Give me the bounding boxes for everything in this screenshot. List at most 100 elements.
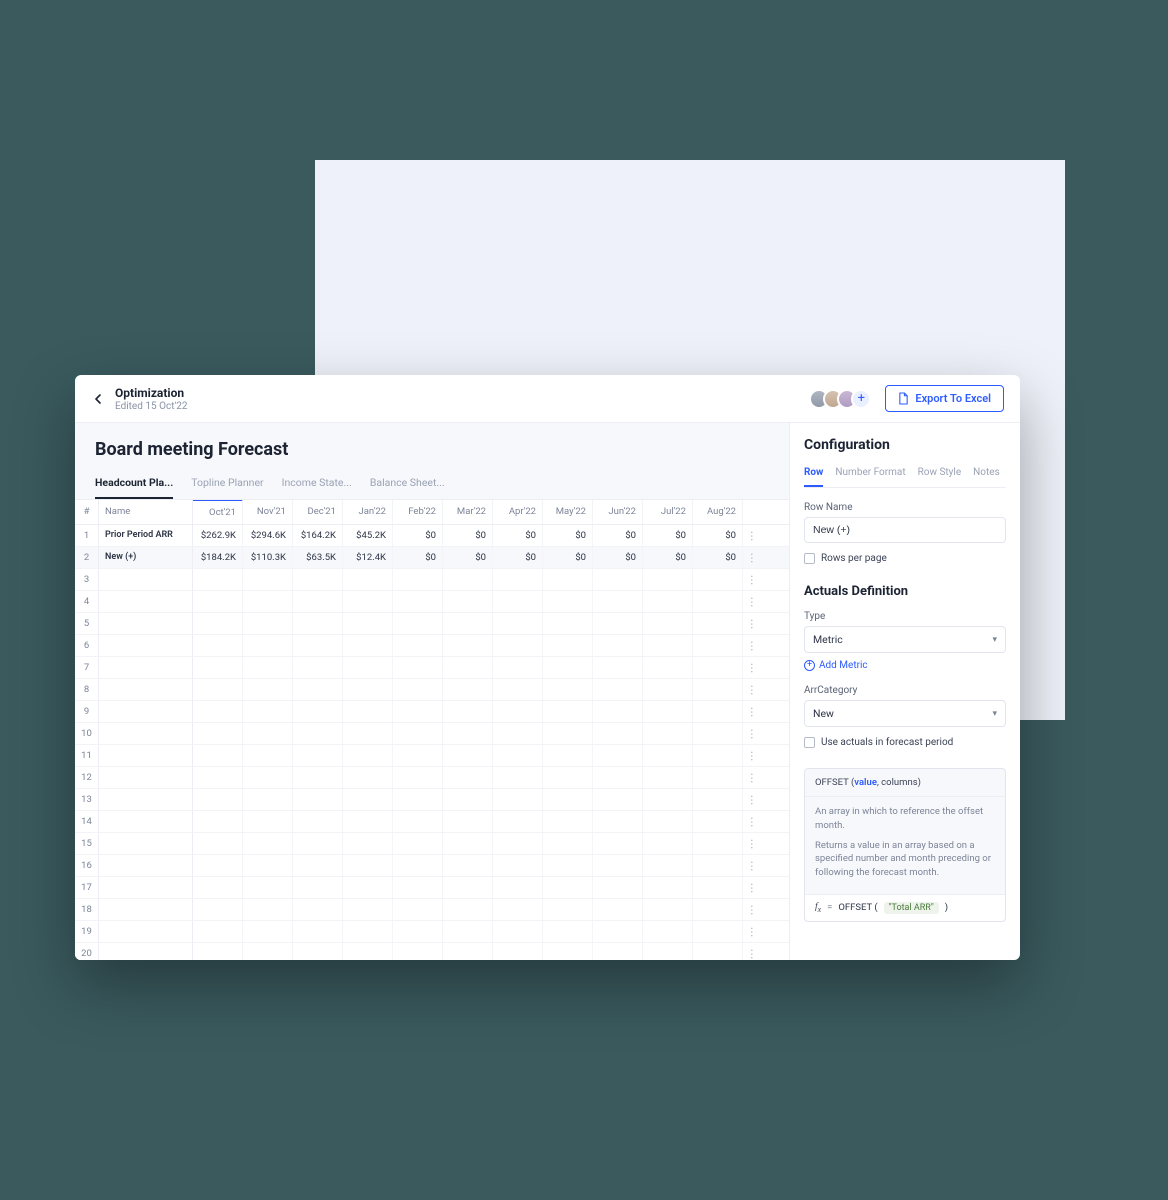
cell[interactable] [693,613,743,634]
cell[interactable] [343,789,393,810]
cell[interactable]: $0 [443,547,493,568]
cell[interactable] [343,943,393,960]
cell[interactable] [593,811,643,832]
cell[interactable] [443,635,493,656]
cell[interactable] [443,591,493,612]
cell[interactable] [193,679,243,700]
table-row[interactable]: 3⋯ [75,569,789,591]
row-more-button[interactable]: ⋯ [743,943,761,960]
cell[interactable] [243,635,293,656]
col-header-month[interactable]: Dec'21 [293,500,343,524]
cell[interactable] [243,877,293,898]
cell[interactable]: $0 [593,547,643,568]
row-more-button[interactable]: ⋯ [743,613,761,634]
cell[interactable] [343,811,393,832]
cell[interactable] [393,745,443,766]
cell[interactable] [293,833,343,854]
cell[interactable] [393,943,443,960]
cell[interactable] [443,921,493,942]
cell[interactable] [443,701,493,722]
cell[interactable] [393,789,443,810]
table-row[interactable]: 10⋯ [75,723,789,745]
cell[interactable] [443,569,493,590]
rows-per-page-checkbox[interactable]: Rows per page [804,553,1006,564]
row-more-button[interactable]: ⋯ [743,525,761,546]
cell[interactable] [393,679,443,700]
cell[interactable] [193,921,243,942]
cell[interactable] [243,789,293,810]
row-name-cell[interactable] [99,943,193,960]
cell[interactable] [593,701,643,722]
cell[interactable] [293,789,343,810]
cell[interactable] [193,701,243,722]
col-header-month[interactable]: May'22 [543,500,593,524]
cell[interactable] [293,679,343,700]
cell[interactable] [343,921,393,942]
cell[interactable] [293,855,343,876]
cell[interactable] [643,723,693,744]
cell[interactable]: $0 [543,525,593,546]
cell[interactable] [193,877,243,898]
col-header-month[interactable]: Nov'21 [243,500,293,524]
cell[interactable]: $45.2K [343,525,393,546]
cell[interactable]: $0 [643,525,693,546]
cell[interactable] [643,679,693,700]
cell[interactable] [543,899,593,920]
table-row[interactable]: 17⋯ [75,877,789,899]
col-header-month[interactable]: Jul'22 [643,500,693,524]
cell[interactable]: $63.5K [293,547,343,568]
cell[interactable] [343,877,393,898]
cell[interactable] [493,921,543,942]
cell[interactable] [543,745,593,766]
cell[interactable]: $0 [493,547,543,568]
cell[interactable] [193,943,243,960]
cell[interactable] [293,921,343,942]
cell[interactable] [493,811,543,832]
cell[interactable] [593,767,643,788]
row-name-cell[interactable] [99,613,193,634]
cell[interactable] [243,591,293,612]
table-row[interactable]: 2New (+)$184.2K$110.3K$63.5K$12.4K$0$0$0… [75,547,789,569]
cell[interactable] [243,745,293,766]
cell[interactable] [593,679,643,700]
cell[interactable] [543,921,593,942]
type-select[interactable]: Metric ▾ [804,626,1006,653]
cell[interactable] [643,943,693,960]
cell[interactable] [393,811,443,832]
cell[interactable] [693,591,743,612]
cell[interactable]: $0 [693,547,743,568]
cell[interactable] [593,855,643,876]
cell[interactable] [693,657,743,678]
row-more-button[interactable]: ⋯ [743,899,761,920]
cell[interactable] [193,767,243,788]
add-collaborator-button[interactable]: + [851,389,871,409]
row-name-cell[interactable] [99,679,193,700]
cell[interactable] [643,811,693,832]
cell[interactable] [393,701,443,722]
cell[interactable] [243,569,293,590]
cell[interactable] [243,679,293,700]
table-row[interactable]: 13⋯ [75,789,789,811]
table-row[interactable]: 9⋯ [75,701,789,723]
table-row[interactable]: 11⋯ [75,745,789,767]
cell[interactable] [243,613,293,634]
cell[interactable] [243,943,293,960]
cell[interactable] [593,613,643,634]
cell[interactable] [493,767,543,788]
table-row[interactable]: 7⋯ [75,657,789,679]
row-more-button[interactable]: ⋯ [743,789,761,810]
cell[interactable] [343,701,393,722]
cell[interactable] [193,745,243,766]
row-more-button[interactable]: ⋯ [743,547,761,568]
cell[interactable]: $262.9K [193,525,243,546]
cell[interactable] [393,833,443,854]
cell[interactable] [543,679,593,700]
table-row[interactable]: 20⋯ [75,943,789,960]
cell[interactable] [693,723,743,744]
cell[interactable] [493,943,543,960]
config-tab-notes[interactable]: Notes [973,463,1000,487]
cell[interactable] [243,701,293,722]
col-header-month[interactable]: Feb'22 [393,500,443,524]
cell[interactable] [493,591,543,612]
cell[interactable] [493,899,543,920]
